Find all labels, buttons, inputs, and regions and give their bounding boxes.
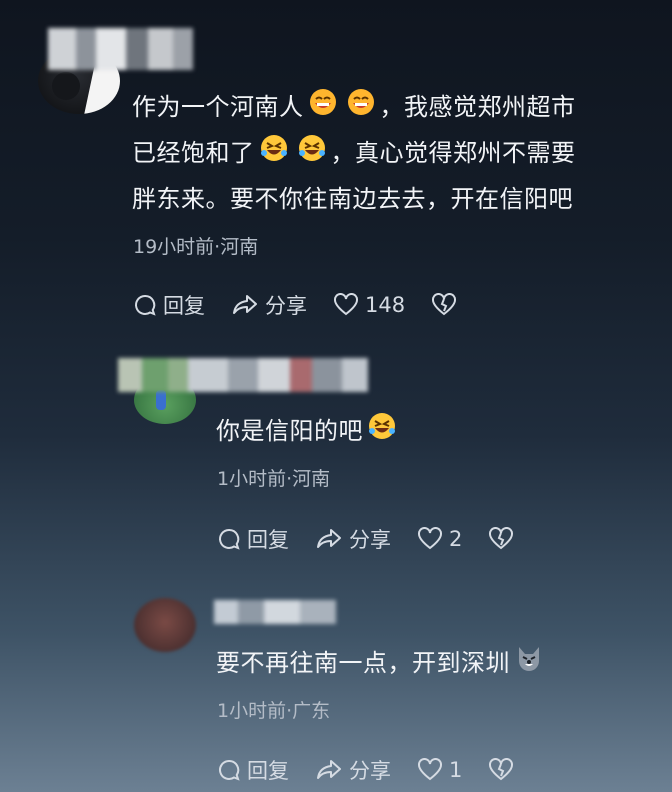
share-label: 分享 (349, 759, 391, 783)
comment-meta: 19小时前·河南 (133, 236, 259, 258)
chat-bubble-icon (135, 294, 156, 316)
heart-icon (418, 758, 442, 781)
reply-text: 你是信阳的吧 (216, 410, 401, 454)
rofl-emoji-icon (259, 133, 289, 176)
wolf-emoji-icon (514, 643, 544, 686)
chat-bubble-icon (219, 759, 240, 781)
like-button[interactable]: 2 (417, 527, 462, 551)
reply-label: 回复 (163, 294, 205, 318)
share-arrow-icon (317, 529, 341, 548)
reply-meta: 1小时前·河南 (217, 468, 331, 490)
broken-heart-icon (489, 758, 514, 781)
dislike-button[interactable] (488, 758, 520, 782)
username-redacted[interactable] (48, 28, 193, 70)
rofl-emoji-icon (367, 411, 397, 454)
avatar[interactable] (134, 598, 196, 652)
broken-heart-icon (432, 293, 457, 316)
heart-icon (334, 293, 358, 316)
reply-text-content: 你是信阳的吧 (216, 417, 363, 445)
reply-label: 回复 (247, 759, 289, 783)
username-redacted[interactable] (214, 600, 336, 624)
comment-text-line2b: ，真心觉得郑州不需要 (330, 139, 576, 167)
like-count: 2 (449, 527, 463, 551)
broken-heart-icon (489, 527, 514, 550)
comment-text-line1: 作为一个河南人 (132, 93, 304, 121)
like-button[interactable]: 1 (417, 758, 462, 782)
heart-icon (418, 527, 442, 550)
reply-meta: 1小时前·广东 (217, 700, 331, 722)
comment-text-row2: 已经饱和了 ，真心觉得郑州不需要 (132, 132, 576, 176)
reply-button[interactable]: 回复 (133, 290, 205, 320)
laughing-emoji-icon (346, 87, 376, 130)
reply-text: 要不再往南一点，开到深圳 (216, 642, 548, 686)
reply-button[interactable]: 回复 (217, 524, 289, 554)
share-label: 分享 (349, 528, 391, 552)
like-count: 1 (449, 758, 463, 782)
share-button[interactable]: 分享 (315, 524, 391, 554)
reply-label: 回复 (247, 528, 289, 552)
comment-text: 作为一个河南人 ，我感觉郑州超市 (132, 86, 576, 130)
chat-bubble-icon (219, 528, 240, 550)
username-redacted[interactable] (118, 358, 368, 392)
share-arrow-icon (317, 760, 341, 779)
like-button[interactable]: 148 (333, 293, 405, 317)
dislike-button[interactable] (488, 527, 520, 551)
share-arrow-icon (233, 295, 257, 314)
reply-text-content: 要不再往南一点，开到深圳 (216, 649, 510, 677)
comment-text-line3: 胖东来。要不你往南边去去，开在信阳吧 (132, 185, 573, 213)
reply-actions: 回复 分享 2 (217, 524, 546, 554)
share-label: 分享 (265, 294, 307, 318)
share-button[interactable]: 分享 (231, 290, 307, 320)
like-count: 148 (365, 293, 406, 317)
reply-actions: 回复 分享 1 (217, 755, 546, 785)
laughing-emoji-icon (308, 87, 338, 130)
dislike-button[interactable] (431, 293, 463, 317)
comment-text-line1b: ，我感觉郑州超市 (379, 93, 576, 121)
reply-button[interactable]: 回复 (217, 755, 289, 785)
rofl-emoji-icon (297, 133, 327, 176)
comment-text-line2: 已经饱和了 (132, 139, 255, 167)
comment-actions: 回复 分享 148 (133, 290, 489, 320)
share-button[interactable]: 分享 (315, 755, 391, 785)
